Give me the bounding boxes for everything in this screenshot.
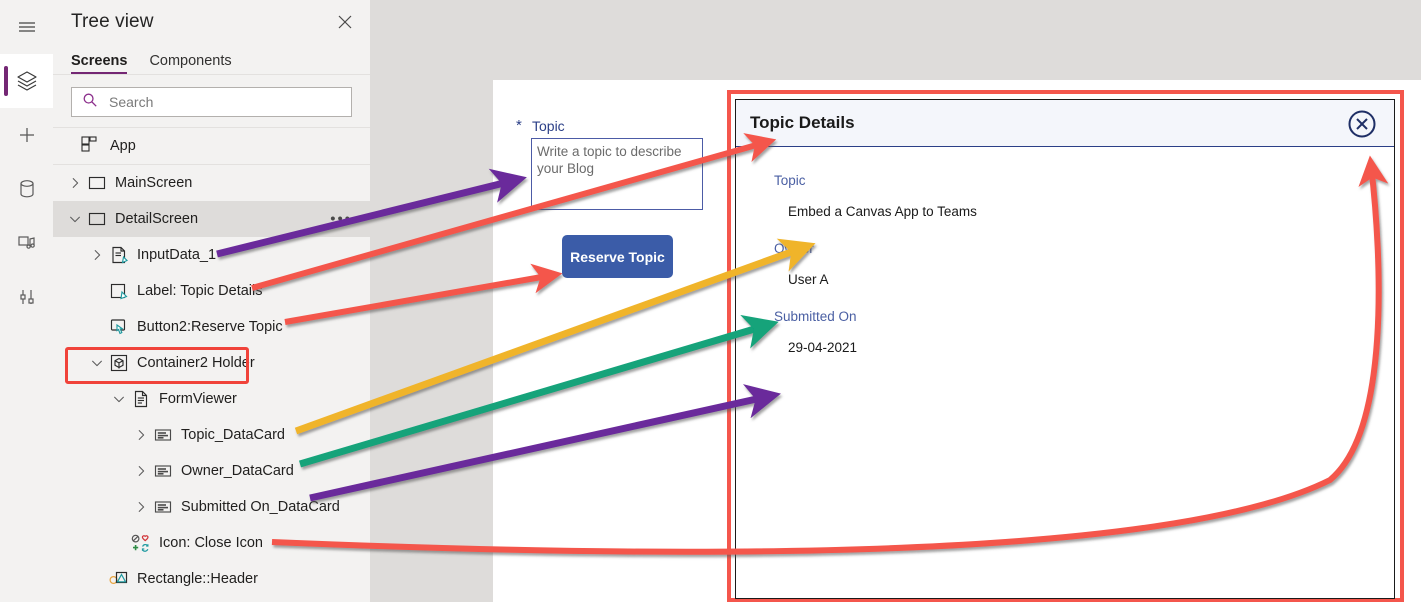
tree-node-label-topic-details[interactable]: Label: Topic Details: [53, 273, 370, 309]
tab-screens[interactable]: Screens: [71, 53, 128, 74]
tree-node-mainscreen[interactable]: MainScreen: [53, 165, 370, 201]
tree-node-list: MainScreen DetailScreen ••• InputData_1 Labe…: [53, 165, 370, 597]
dialog-field-label: Owner: [774, 241, 814, 256]
tab-components[interactable]: Components: [149, 53, 231, 74]
datacard-icon: [153, 462, 172, 481]
tree-node-label: InputData_1: [137, 247, 217, 263]
panel-tabs: Screens Components: [53, 44, 370, 75]
label-icon: [109, 282, 128, 301]
dialog-field-value: User A: [788, 272, 829, 287]
panel-title: Tree view: [71, 11, 154, 32]
tree-node-label: Owner_DataCard: [181, 463, 294, 479]
tree-node-label: MainScreen: [115, 175, 193, 191]
tree-node-inputdata-1[interactable]: InputData_1: [53, 237, 370, 273]
dialog-field-label: Topic: [774, 173, 806, 188]
topic-details-dialog: Topic Details Topic Embed a Canvas App to…: [735, 99, 1395, 599]
required-asterisk: *: [516, 117, 522, 134]
tree-node-label: Icon: Close Icon: [159, 535, 263, 551]
tree-view-header: Tree view: [53, 0, 370, 44]
tree-node-topic-datacard[interactable]: Topic_DataCard: [53, 417, 370, 453]
screen-icon: [87, 174, 106, 193]
dialog-field-value: 29-04-2021: [788, 340, 858, 355]
hamburger-menu-icon[interactable]: [0, 0, 53, 54]
dialog-field-label: Submitted On: [774, 309, 857, 324]
dialog-header: Topic Details: [736, 100, 1394, 147]
search-icon: [82, 92, 98, 113]
tree-node-label: Container2 Holder: [137, 355, 255, 371]
dialog-body: Topic Embed a Canvas App to Teams Owner Use…: [736, 147, 1394, 364]
left-icon-rail: [0, 0, 54, 602]
icons-icon: [131, 534, 150, 553]
tree-node-formviewer[interactable]: FormViewer: [53, 381, 370, 417]
tree-node-owner-datacard[interactable]: Owner_DataCard: [53, 453, 370, 489]
tree-node-container2-holder[interactable]: Container2 Holder: [53, 345, 370, 381]
tree-node-button2-reserve-topic[interactable]: Button2:Reserve Topic: [53, 309, 370, 345]
dialog-field: Submitted On 29-04-2021: [774, 303, 1394, 364]
datacard-icon: [153, 426, 172, 445]
media-icon[interactable]: [0, 216, 53, 270]
tree-view-panel: Tree view Screens Components Search App …: [53, 0, 371, 602]
node-more-options[interactable]: •••: [330, 212, 352, 227]
tree-node-label: DetailScreen: [115, 211, 199, 227]
search-box[interactable]: [71, 87, 352, 117]
advanced-tools-icon[interactable]: [0, 270, 53, 324]
tree-node-label: Button2:Reserve Topic: [137, 319, 283, 335]
tree-node-label: Rectangle::Header: [137, 571, 258, 587]
dialog-field: Owner User A: [774, 235, 1394, 296]
tree-node-icon-close-icon[interactable]: Icon: Close Icon: [53, 525, 370, 561]
topic-text-input[interactable]: Write a topic to describe your Blog: [531, 138, 703, 210]
reserve-topic-button[interactable]: Reserve Topic: [562, 235, 673, 278]
search-input[interactable]: [107, 93, 341, 111]
search-container: [53, 75, 370, 127]
textinput-icon: [109, 246, 128, 265]
tree-view-layers-icon[interactable]: [0, 54, 53, 108]
app-label: App: [110, 138, 136, 154]
tree-node-submitted-on-datacard[interactable]: Submitted On_DataCard: [53, 489, 370, 525]
dialog-close-icon[interactable]: [1347, 109, 1377, 139]
shape-icon: [109, 570, 128, 589]
screen-icon: [87, 210, 106, 229]
close-icon[interactable]: [334, 11, 356, 33]
datacard-icon: [153, 498, 172, 517]
tree-node-label: Topic_DataCard: [181, 427, 285, 443]
data-source-icon[interactable]: [0, 162, 53, 216]
app-row[interactable]: App: [53, 127, 370, 165]
tree-node-rectangle-header[interactable]: Rectangle::Header: [53, 561, 370, 597]
container-icon: [109, 354, 128, 373]
button-icon: [109, 318, 128, 337]
dialog-title: Topic Details: [750, 113, 855, 132]
topic-field-label: Topic: [532, 118, 565, 134]
form-icon: [131, 390, 150, 409]
insert-plus-icon[interactable]: [0, 108, 53, 162]
app-icon: [81, 135, 98, 157]
tree-node-label: Submitted On_DataCard: [181, 499, 340, 515]
tree-node-detailscreen[interactable]: DetailScreen •••: [53, 201, 370, 237]
dialog-field: Topic Embed a Canvas App to Teams: [774, 167, 1394, 228]
dialog-field-value: Embed a Canvas App to Teams: [788, 204, 977, 219]
tree-node-label: FormViewer: [159, 391, 237, 407]
tree-node-label: Label: Topic Details: [137, 283, 263, 299]
